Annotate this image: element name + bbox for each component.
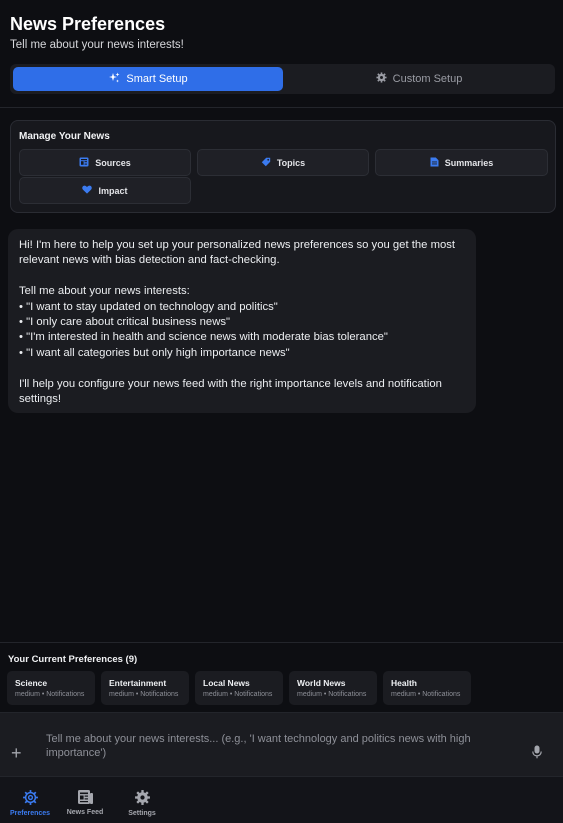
example-item: • "I only care about critical business n… (19, 316, 231, 329)
sources-button[interactable]: Sources (19, 149, 191, 176)
preference-chip[interactable]: Entertainment medium • Notifications (101, 671, 189, 705)
preference-meta: medium • Notifications (391, 691, 461, 698)
plus-icon[interactable]: + (11, 744, 22, 762)
summaries-button[interactable]: Summaries (375, 149, 548, 176)
assistant-outro: I'll help you configure your news feed w… (19, 377, 442, 406)
page-title: News Preferences (10, 14, 166, 34)
manage-news-title: Manage Your News (19, 131, 110, 142)
header: News Preferences Tell me about your news… (0, 0, 563, 108)
topics-label: Topics (276, 157, 306, 168)
cog-icon (117, 789, 167, 806)
custom-setup-label: Custom Setup (392, 73, 463, 85)
smart-setup-button[interactable]: Smart Setup (13, 67, 283, 91)
preference-name: World News (297, 678, 346, 688)
newspaper-icon (60, 789, 110, 805)
document-icon (430, 157, 439, 169)
preference-name: Health (391, 678, 417, 688)
preference-chip[interactable]: Health medium • Notifications (383, 671, 471, 705)
nav-label: Settings (128, 810, 156, 817)
summaries-label: Summaries (444, 157, 494, 168)
smart-setup-label: Smart Setup (126, 73, 188, 85)
nav-label: Preferences (9, 810, 51, 817)
preference-name: Entertainment (109, 678, 167, 688)
custom-setup-button[interactable]: Custom Setup (285, 67, 553, 91)
assistant-message: Hi! I'm here to help you set up your per… (8, 229, 476, 413)
example-item: • "I want all categories but only high i… (19, 346, 290, 359)
impact-button[interactable]: Impact (19, 177, 191, 204)
preferences-title: Your Current Preferences (9) (8, 654, 138, 665)
microphone-icon[interactable] (532, 745, 542, 764)
sources-label: Sources (95, 157, 131, 168)
preference-name: Science (15, 678, 48, 688)
preference-meta: medium • Notifications (109, 691, 179, 698)
current-preferences: Your Current Preferences (9) Science med… (0, 642, 563, 712)
message-input[interactable]: Tell me about your news interests... (e.… (46, 732, 496, 760)
setup-mode-toggle: Smart Setup Custom Setup (10, 64, 555, 94)
assistant-intro: Hi! I'm here to help you set up your per… (19, 239, 456, 267)
assistant-prompt: Tell me about your news interests: (19, 285, 190, 298)
example-item: • "I'm interested in health and science … (19, 331, 388, 344)
impact-label: Impact (98, 185, 128, 196)
newspaper-icon (79, 157, 89, 169)
preference-meta: medium • Notifications (297, 691, 367, 698)
manage-news-card: Manage Your News Sources Topics Summarie… (10, 120, 556, 213)
nav-item-preferences[interactable]: Preferences (5, 789, 55, 817)
nav-label: News Feed (66, 809, 104, 816)
sparkles-icon (108, 72, 120, 87)
preference-name: Local News (203, 678, 250, 688)
preference-meta: medium • Notifications (203, 691, 273, 698)
bottom-nav: Preferences News Feed Settings (0, 776, 563, 823)
tag-icon (261, 157, 271, 169)
gear-icon (5, 789, 55, 806)
message-composer: + Tell me about your news interests... (… (0, 712, 563, 776)
topics-button[interactable]: Topics (197, 149, 369, 176)
preference-meta: medium • Notifications (15, 691, 85, 698)
heart-icon (82, 185, 93, 196)
nav-item-settings[interactable]: Settings (117, 789, 167, 817)
nav-item-news-feed[interactable]: News Feed (60, 789, 110, 816)
example-item: • "I want to stay updated on technology … (19, 300, 278, 313)
page-subtitle: Tell me about your news interests! (10, 39, 184, 51)
preference-chip[interactable]: Local News medium • Notifications (195, 671, 283, 705)
gear-icon (376, 72, 387, 86)
preference-chip[interactable]: Science medium • Notifications (7, 671, 95, 705)
preference-chip[interactable]: World News medium • Notifications (289, 671, 377, 705)
